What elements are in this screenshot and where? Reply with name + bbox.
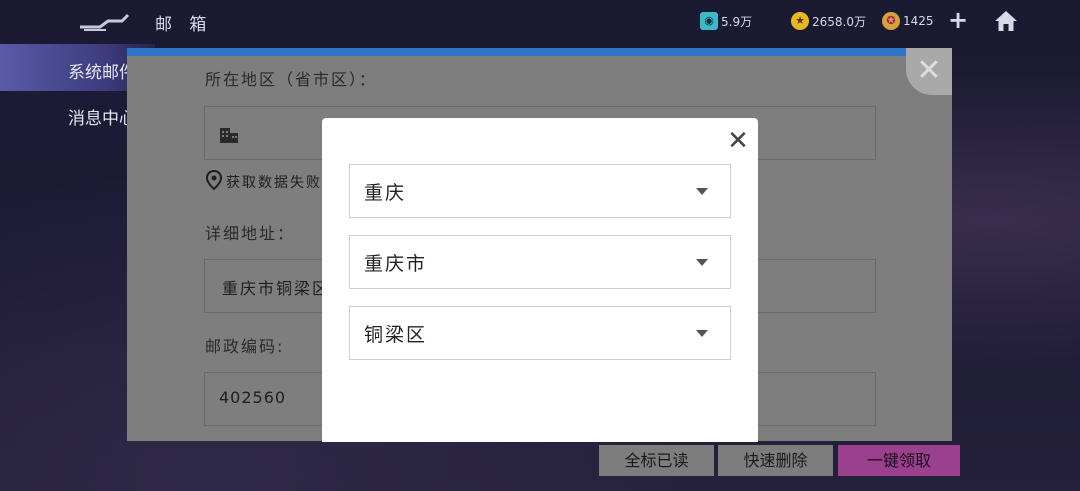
page-title: 邮 箱: [155, 15, 213, 35]
postal-code-label: 邮政编码:: [205, 337, 285, 356]
gem-value: 5.9万: [721, 14, 753, 29]
gem-resource: ◉ 5.9万: [700, 12, 752, 30]
add-resource-button[interactable]: +: [948, 6, 968, 34]
mark-all-read-button[interactable]: 全标已读: [599, 445, 714, 476]
panel-close-button[interactable]: ✕: [906, 48, 952, 95]
panel-accent-line: [127, 48, 906, 56]
coin-resource: ★ 2658.0万: [791, 12, 866, 30]
region-label: 所在地区（省市区）：: [205, 70, 378, 89]
claim-all-button[interactable]: 一键领取: [838, 445, 960, 476]
token-value: 1425: [903, 14, 934, 28]
quick-delete-button[interactable]: 快速删除: [718, 445, 833, 476]
sidebar-item-system-mail[interactable]: 系统邮件: [68, 58, 136, 83]
home-icon[interactable]: [994, 10, 1018, 32]
region-picker-modal: ✕ 重庆 重庆市 铜梁区: [322, 118, 758, 442]
location-pin-icon: [206, 170, 222, 190]
district-select[interactable]: 铜梁区: [349, 306, 731, 360]
detail-address-label: 详细地址：: [205, 224, 296, 243]
postal-code-value: 402560: [219, 388, 287, 407]
sidebar-item-message-center[interactable]: 消息中心: [68, 104, 136, 129]
province-select[interactable]: 重庆: [349, 164, 731, 218]
star-coin-icon: ★: [791, 12, 809, 30]
token-resource: ✪ 1425: [882, 12, 934, 30]
district-value: 铜梁区: [364, 324, 428, 346]
back-logo-icon[interactable]: [78, 12, 130, 32]
gem-icon: ◉: [700, 12, 718, 30]
city-value: 重庆市: [364, 253, 428, 275]
chevron-down-icon: [696, 259, 708, 266]
close-icon[interactable]: ✕: [726, 126, 750, 156]
detail-address-value: 重庆市铜梁区: [222, 279, 331, 298]
coin-value: 2658.0万: [812, 14, 866, 29]
city-select[interactable]: 重庆市: [349, 235, 731, 289]
chevron-down-icon: [696, 330, 708, 337]
top-bar: 邮 箱 ◉ 5.9万 ★ 2658.0万 ✪ 1425 +: [0, 0, 1080, 44]
location-status-text: 获取数据失败: [226, 175, 322, 191]
chevron-down-icon: [696, 188, 708, 195]
building-icon: [220, 128, 238, 143]
star-token-icon: ✪: [882, 12, 900, 30]
province-value: 重庆: [364, 182, 407, 204]
